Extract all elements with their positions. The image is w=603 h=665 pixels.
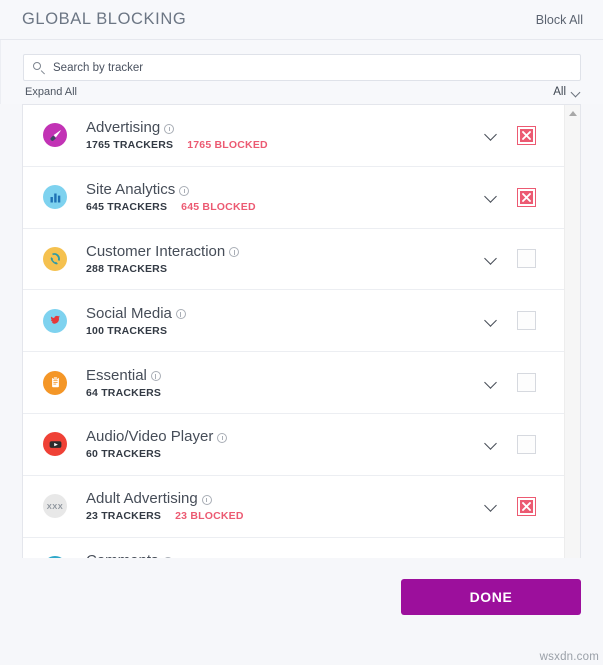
watermark: wsxdn.com [540, 651, 599, 663]
block-checkbox[interactable] [517, 311, 536, 330]
table-row[interactable]: Customer Interaction 288 TRACKERS [23, 229, 564, 291]
block-checkbox[interactable] [517, 497, 536, 516]
category-name: Customer Interaction [86, 243, 225, 260]
table-row[interactable]: Advertising 1765 TRACKERS 1765 BLOCKED [23, 105, 564, 167]
tracker-count: 23 TRACKERS [86, 510, 161, 522]
row-text: Audio/Video Player 60 TRACKERS [86, 428, 474, 460]
bar-chart-icon [43, 185, 67, 209]
megaphone-icon [43, 123, 67, 147]
tracker-count: 100 TRACKERS [86, 325, 167, 337]
chevron-down-icon[interactable] [474, 315, 504, 327]
filter-dropdown[interactable]: All [553, 86, 581, 98]
info-icon[interactable] [217, 433, 227, 443]
row-text: Advertising 1765 TRACKERS 1765 BLOCKED [86, 119, 474, 151]
table-row[interactable]: Audio/Video Player 60 TRACKERS [23, 414, 564, 476]
category-name: Audio/Video Player [86, 428, 213, 445]
category-name: Essential [86, 367, 147, 384]
category-list: Advertising 1765 TRACKERS 1765 BLOCKED Site… [22, 104, 581, 600]
row-text: Adult Advertising 23 TRACKERS 23 BLOCKED [86, 490, 474, 522]
table-row[interactable]: Site Analytics 645 TRACKERS 645 BLOCKED [23, 167, 564, 229]
info-icon[interactable] [229, 247, 239, 257]
page-title: GLOBAL BLOCKING [22, 10, 186, 29]
panel-header: GLOBAL BLOCKING Block All [0, 0, 603, 40]
done-button[interactable]: DONE [401, 579, 581, 615]
block-all-button[interactable]: Block All [536, 13, 583, 27]
row-text: Social Media 100 TRACKERS [86, 305, 474, 337]
chevron-down-icon[interactable] [474, 500, 504, 512]
table-row[interactable]: XXX Adult Advertising 23 TRACKERS 23 BLOCKE… [23, 476, 564, 538]
table-row[interactable]: Essential 64 TRACKERS [23, 352, 564, 414]
panel-footer: DONE wsxdn.com [0, 558, 603, 665]
info-icon[interactable] [151, 371, 161, 381]
category-name: Adult Advertising [86, 490, 198, 507]
row-text: Customer Interaction 288 TRACKERS [86, 243, 474, 275]
phone-icon [43, 247, 67, 271]
chevron-down-icon [571, 88, 580, 97]
social-bird-icon [43, 309, 67, 333]
search-icon [32, 61, 46, 75]
list-controls: Expand All All [23, 81, 581, 104]
filter-selected-value: All [553, 86, 566, 98]
category-name: Site Analytics [86, 181, 175, 198]
chevron-down-icon[interactable] [474, 129, 504, 141]
info-icon[interactable] [176, 309, 186, 319]
blocked-count: 23 BLOCKED [175, 510, 244, 522]
chevron-down-icon[interactable] [474, 377, 504, 389]
block-checkbox[interactable] [517, 126, 536, 145]
list-scrollbar[interactable] [564, 105, 580, 600]
tracker-count: 645 TRACKERS [86, 201, 167, 213]
tracker-count: 64 TRACKERS [86, 387, 161, 399]
play-button-icon [43, 432, 67, 456]
block-checkbox[interactable] [517, 435, 536, 454]
row-text: Site Analytics 645 TRACKERS 645 BLOCKED [86, 181, 474, 213]
block-checkbox[interactable] [517, 249, 536, 268]
chevron-down-icon[interactable] [474, 253, 504, 265]
xxx-icon: XXX [43, 494, 67, 518]
blocked-count: 645 BLOCKED [181, 201, 256, 213]
row-text: Essential 64 TRACKERS [86, 367, 474, 399]
search-box[interactable] [23, 54, 581, 81]
blocked-count: 1765 BLOCKED [187, 139, 268, 151]
category-list-scroll: Advertising 1765 TRACKERS 1765 BLOCKED Site… [23, 105, 564, 600]
search-panel: Expand All All [0, 40, 603, 104]
clipboard-icon [43, 371, 67, 395]
search-input[interactable] [53, 62, 572, 74]
block-checkbox[interactable] [517, 188, 536, 207]
chevron-down-icon[interactable] [474, 438, 504, 450]
table-row[interactable]: Social Media 100 TRACKERS [23, 290, 564, 352]
tracker-count: 1765 TRACKERS [86, 139, 173, 151]
tracker-count: 60 TRACKERS [86, 448, 161, 460]
scroll-up-arrow-icon[interactable] [565, 105, 580, 121]
info-icon[interactable] [202, 495, 212, 505]
info-icon[interactable] [164, 124, 174, 134]
block-checkbox[interactable] [517, 373, 536, 392]
info-icon[interactable] [179, 186, 189, 196]
category-name: Advertising [86, 119, 160, 136]
category-name: Social Media [86, 305, 172, 322]
tracker-count: 288 TRACKERS [86, 263, 167, 275]
expand-all-button[interactable]: Expand All [25, 86, 77, 98]
chevron-down-icon[interactable] [474, 191, 504, 203]
